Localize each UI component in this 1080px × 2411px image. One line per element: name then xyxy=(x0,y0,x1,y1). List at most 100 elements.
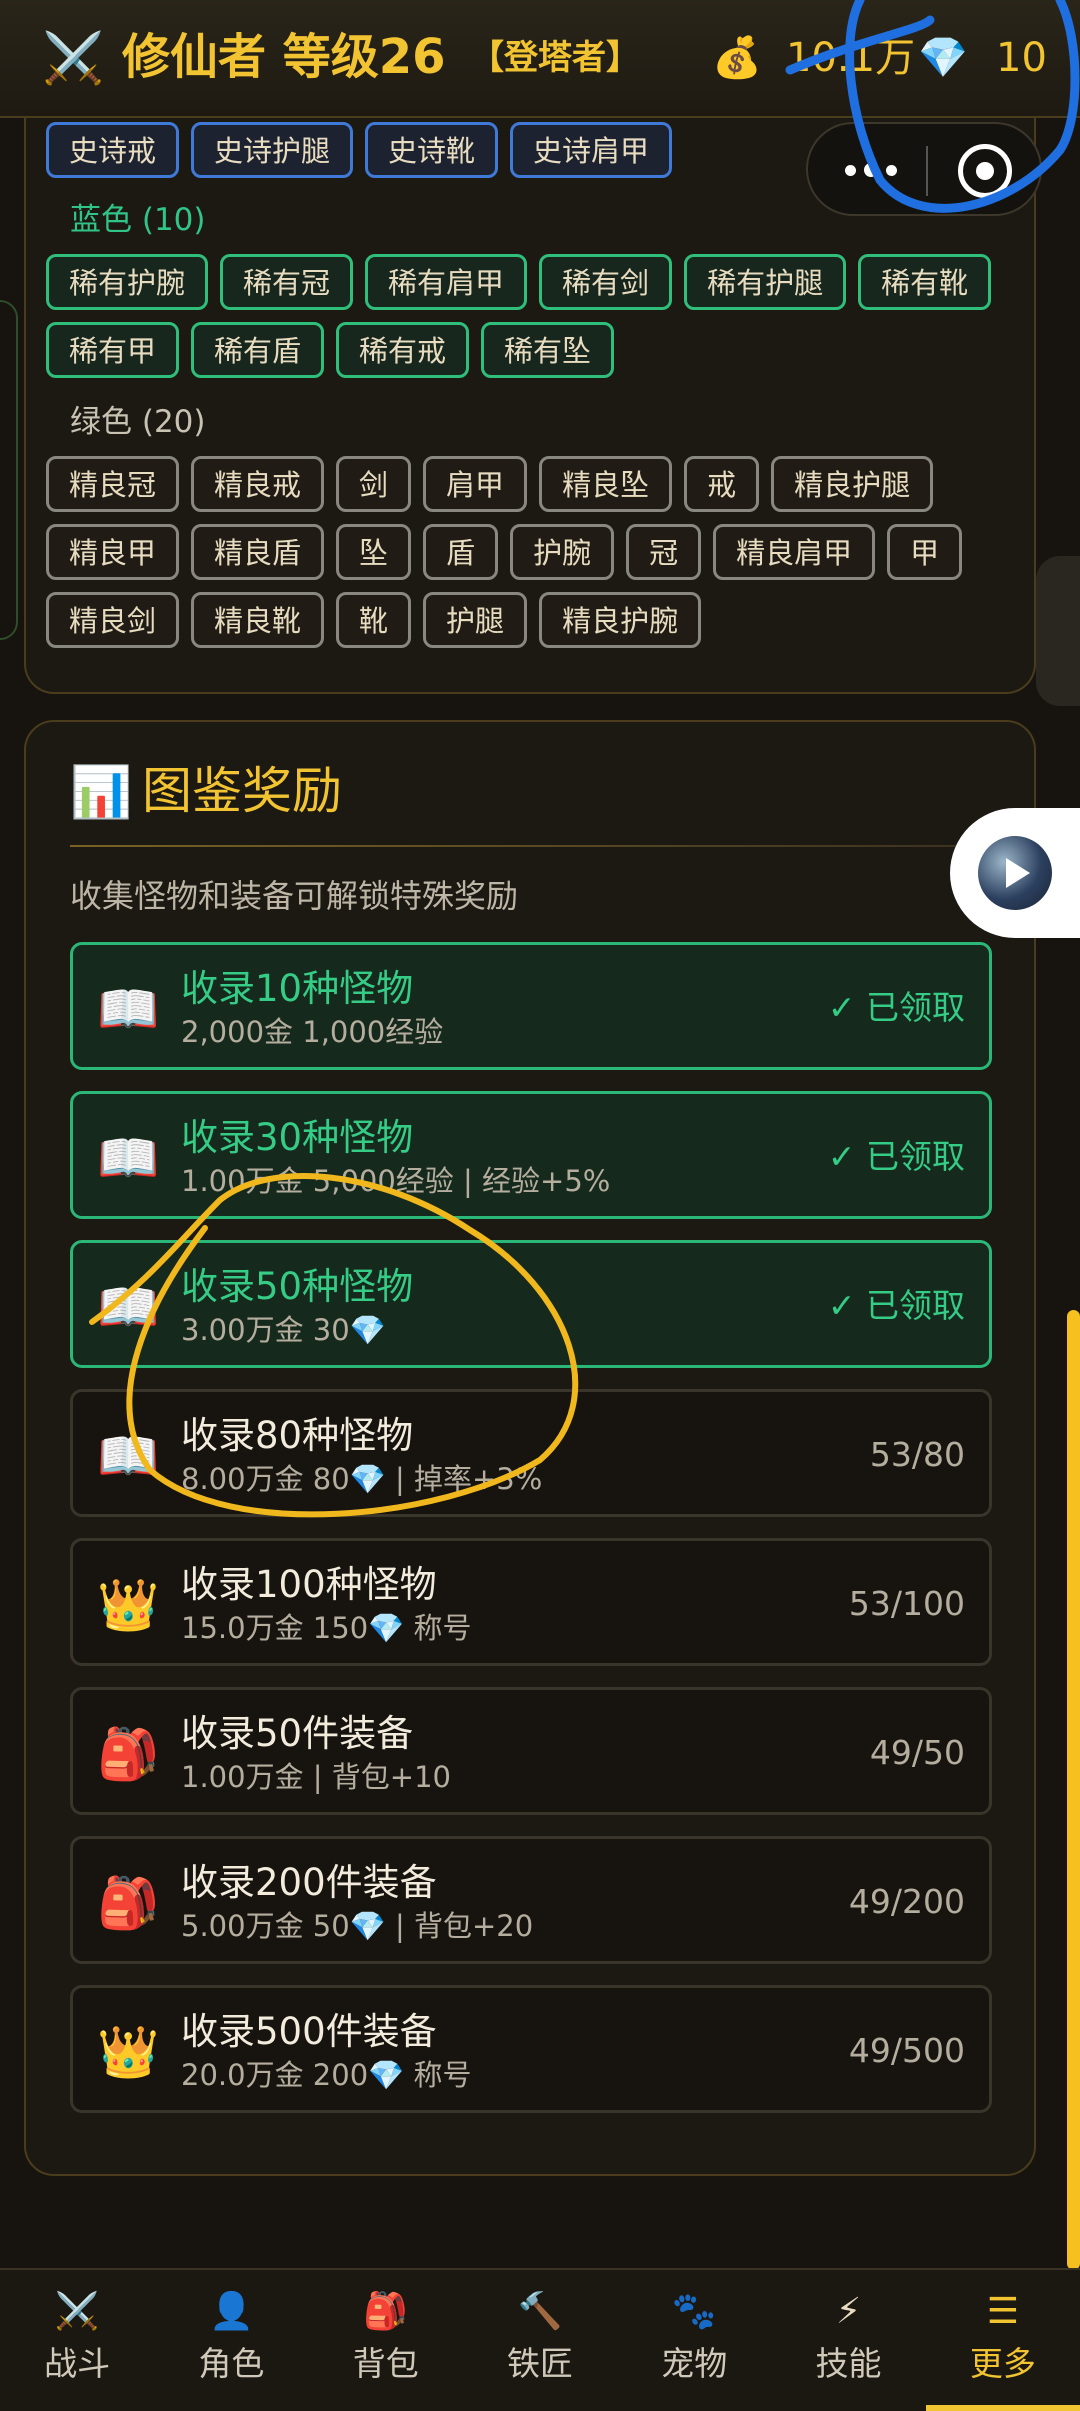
reward-detail: 5.00万金 50💎 | 背包+20 xyxy=(181,1909,534,1943)
nav-label: 更多 xyxy=(969,2344,1036,2383)
top-status-bar: ⚔️ 修仙者 等级26 【登塔者】 💰 10.1万 💎 10 xyxy=(0,0,1080,118)
equipment-tag[interactable]: 坠 xyxy=(336,524,412,580)
nav-blacksmith[interactable]: 🔨 铁匠 xyxy=(463,2270,617,2411)
equipment-tag[interactable]: 稀有护腕 xyxy=(46,254,209,310)
equipment-tag[interactable]: 冠 xyxy=(626,524,702,580)
reward-detail: 8.00万金 80💎 | 掉率+3% xyxy=(181,1462,543,1496)
equipment-tag[interactable]: 稀有肩甲 xyxy=(365,254,528,310)
crown-icon: 👑 xyxy=(97,1576,160,1634)
menu-icon: ☰ xyxy=(986,2291,1019,2332)
reward-detail: 20.0万金 200💎 称号 xyxy=(181,2058,472,2092)
equipment-tag[interactable]: 稀有护腿 xyxy=(684,254,847,310)
play-icon xyxy=(978,836,1052,910)
equipment-tag[interactable]: 精良冠 xyxy=(46,456,180,512)
equipment-tag[interactable]: 史诗护腿 xyxy=(191,122,354,178)
reward-status: ✓ 已领取 xyxy=(827,1286,965,1325)
crown-icon: 👑 xyxy=(97,2023,160,2081)
equipment-tag[interactable]: 肩甲 xyxy=(423,456,528,512)
equipment-tag[interactable]: 稀有冠 xyxy=(220,254,354,310)
purple-equipment-row: 史诗戒 史诗护腿 史诗靴 史诗肩甲 xyxy=(46,122,673,178)
left-edge-tab[interactable] xyxy=(0,300,18,640)
equipment-tag[interactable]: 史诗戒 xyxy=(46,122,180,178)
green-equipment-row: 精良冠 精良戒 剑 肩甲 精良坠 戒 精良护腿 xyxy=(46,456,934,512)
divider xyxy=(70,845,994,847)
equipment-tag[interactable]: 精良肩甲 xyxy=(713,524,876,580)
crossed-swords-icon: ⚔️ xyxy=(42,29,105,87)
reward-row[interactable]: 📖 收录30种怪物 1.00万金 5,000经验 | 经验+5% ✓ 已领取 xyxy=(70,1091,992,1219)
reward-row[interactable]: 👑 收录100种怪物 15.0万金 150💎 称号 53/100 xyxy=(70,1538,992,1666)
nav-backpack[interactable]: 🎒 背包 xyxy=(309,2270,463,2411)
crossed-swords-icon: ⚔️ xyxy=(54,2291,100,2332)
equipment-tag[interactable]: 精良护腕 xyxy=(539,592,702,648)
nav-label: 角色 xyxy=(198,2344,265,2383)
equipment-tag[interactable]: 稀有戒 xyxy=(336,322,470,378)
equipment-tag[interactable]: 护腕 xyxy=(510,524,615,580)
equipment-tag[interactable]: 护腿 xyxy=(423,592,528,648)
equipment-tag[interactable]: 盾 xyxy=(423,524,499,580)
equipment-tag[interactable]: 稀有甲 xyxy=(46,322,180,378)
equipment-tag[interactable]: 靴 xyxy=(336,592,412,648)
hammer-icon: 🔨 xyxy=(517,2291,563,2332)
nav-pet[interactable]: 🐾 宠物 xyxy=(617,2270,771,2411)
equipment-tag[interactable]: 精良靴 xyxy=(191,592,325,648)
floating-video-button[interactable] xyxy=(950,808,1080,938)
equipment-tag[interactable]: 甲 xyxy=(887,524,963,580)
equipment-tag[interactable]: 稀有剑 xyxy=(539,254,673,310)
reward-progress: 49/200 xyxy=(848,1882,965,1921)
person-icon: 👤 xyxy=(209,2291,254,2332)
reward-row[interactable]: 👑 收录500件装备 20.0万金 200💎 称号 49/500 xyxy=(70,1985,992,2113)
player-title: 修仙者 等级26 xyxy=(122,29,446,85)
reward-progress: 49/50 xyxy=(869,1733,965,1772)
equipment-tag[interactable]: 精良戒 xyxy=(191,456,325,512)
nav-battle[interactable]: ⚔️ 战斗 xyxy=(0,2270,154,2411)
green-equipment-row: 精良剑 精良靴 靴 护腿 精良护腕 xyxy=(46,592,702,648)
reward-status: ✓ 已领取 xyxy=(827,988,965,1027)
gem-icon: 💎 xyxy=(918,35,968,81)
reward-progress: 53/80 xyxy=(869,1435,965,1474)
equipment-tag[interactable]: 剑 xyxy=(336,456,412,512)
money-bag-icon: 💰 xyxy=(712,35,762,81)
reward-row[interactable]: 📖 收录10种怪物 2,000金 1,000经验 ✓ 已领取 xyxy=(70,942,992,1070)
nav-more[interactable]: ☰ 更多 xyxy=(925,2270,1080,2411)
backpack-icon: 🎒 xyxy=(363,2291,409,2332)
equipment-tag[interactable]: 精良剑 xyxy=(46,592,180,648)
equipment-tag[interactable]: 精良甲 xyxy=(46,524,180,580)
equipment-tag[interactable]: 精良坠 xyxy=(539,456,673,512)
open-book-icon: 📖 xyxy=(97,980,160,1038)
lightning-icon: ⚡ xyxy=(835,2291,862,2332)
reward-title: 收录30种怪物 xyxy=(181,1116,414,1159)
reward-row[interactable]: 📖 收录50种怪物 3.00万金 30💎 ✓ 已领取 xyxy=(70,1240,992,1368)
equipment-tag[interactable]: 稀有靴 xyxy=(858,254,992,310)
nav-label: 战斗 xyxy=(44,2344,111,2383)
more-options-button[interactable] xyxy=(836,150,906,190)
reward-detail: 1.00万金 | 背包+10 xyxy=(181,1760,451,1794)
reward-title: 收录50件装备 xyxy=(181,1712,414,1755)
right-edge-tab[interactable] xyxy=(1036,556,1080,706)
reward-row[interactable]: 📖 收录80种怪物 8.00万金 80💎 | 掉率+3% 53/80 xyxy=(70,1389,992,1517)
open-book-icon: 📖 xyxy=(97,1278,160,1336)
equipment-tag[interactable]: 史诗肩甲 xyxy=(510,122,673,178)
backpack-icon: 🎒 xyxy=(97,1725,160,1783)
equipment-tag[interactable]: 史诗靴 xyxy=(365,122,499,178)
nav-label: 宠物 xyxy=(661,2344,728,2383)
reward-detail: 1.00万金 5,000经验 | 经验+5% xyxy=(181,1164,611,1198)
equipment-tag[interactable]: 戒 xyxy=(684,456,760,512)
open-book-icon: 📖 xyxy=(97,1427,160,1485)
green-equipment-row: 精良甲 精良盾 坠 盾 护腕 冠 精良肩甲 甲 xyxy=(46,524,963,580)
scrollbar[interactable] xyxy=(1067,1310,1080,2270)
equipment-tag[interactable]: 稀有盾 xyxy=(191,322,325,378)
blue-equipment-row: 稀有护腕 稀有冠 稀有肩甲 稀有剑 稀有护腿 稀有靴 xyxy=(46,254,992,310)
equipment-tag[interactable]: 精良盾 xyxy=(191,524,325,580)
equipment-tag[interactable]: 精良护腿 xyxy=(771,456,934,512)
equipment-tag[interactable]: 稀有坠 xyxy=(481,322,615,378)
reward-title: 收录100种怪物 xyxy=(181,1563,437,1606)
gem-amount: 10 xyxy=(996,35,1047,81)
nav-character[interactable]: 👤 角色 xyxy=(154,2270,308,2411)
gold-amount: 10.1万 xyxy=(786,35,916,81)
reward-row[interactable]: 🎒 收录50件装备 1.00万金 | 背包+10 49/50 xyxy=(70,1687,992,1815)
reward-progress: 53/100 xyxy=(848,1584,965,1623)
close-mini-program-button[interactable] xyxy=(958,144,1012,198)
reward-row[interactable]: 🎒 收录200件装备 5.00万金 50💎 | 背包+20 49/200 xyxy=(70,1836,992,1964)
nav-skills[interactable]: ⚡ 技能 xyxy=(771,2270,925,2411)
blue-group-label: 蓝色 (10) xyxy=(70,202,206,238)
